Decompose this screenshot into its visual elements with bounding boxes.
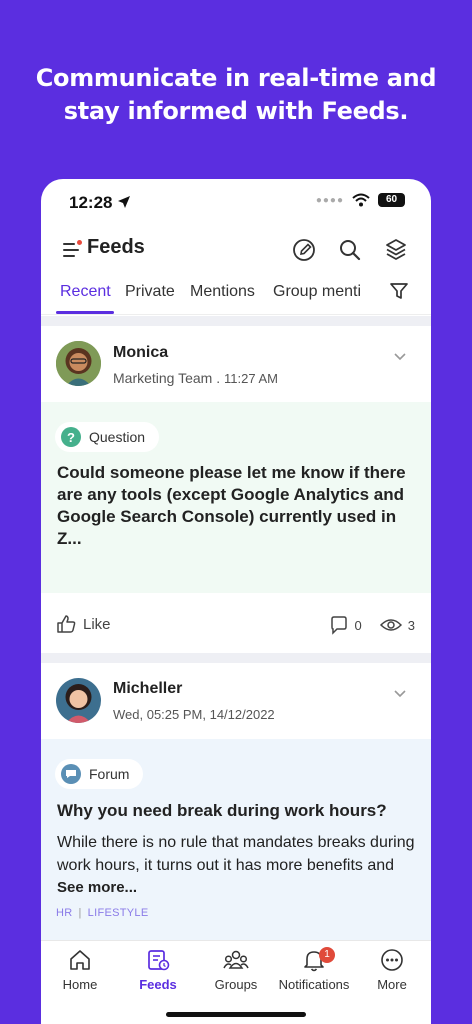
- chevron-down-icon[interactable]: [393, 689, 407, 699]
- comment-count: 0: [354, 617, 362, 633]
- thumbs-up-icon: [57, 615, 76, 633]
- question-icon: ?: [61, 427, 81, 447]
- post-actions: Like 0 3: [41, 595, 431, 653]
- badge-label: Question: [89, 429, 146, 445]
- home-icon: [70, 950, 90, 970]
- active-tab-indicator: [56, 311, 114, 314]
- like-button[interactable]: Like: [55, 613, 111, 635]
- filter-icon[interactable]: [389, 281, 409, 301]
- post-header[interactable]: Micheller Wed, 05:25 PM, 14/12/2022: [41, 663, 431, 739]
- feed-tabs: Recent Private Mentions Group menti: [41, 275, 431, 315]
- divider: [41, 316, 431, 326]
- post-author[interactable]: Micheller: [113, 680, 182, 698]
- post-author[interactable]: Monica: [113, 344, 168, 362]
- like-label: Like: [83, 615, 111, 633]
- tab-group-mentions[interactable]: Group menti: [273, 283, 371, 301]
- post-description: While there is no rule that mandates bre…: [57, 834, 415, 874]
- post-type-badge: ? Question: [55, 422, 160, 452]
- home-indicator: [166, 1012, 306, 1017]
- bottom-navigation: Home Feeds Groups 1 Notifications More: [41, 940, 431, 1024]
- post-content[interactable]: ? Question Could someone please let me k…: [41, 402, 431, 593]
- nav-notifications[interactable]: 1 Notifications: [275, 947, 353, 992]
- search-icon[interactable]: [337, 237, 363, 263]
- nav-groups[interactable]: Groups: [197, 947, 275, 992]
- tab-private[interactable]: Private: [125, 283, 175, 301]
- post-meta: Marketing Team . 11:27 AM: [113, 370, 278, 386]
- chevron-down-icon[interactable]: [393, 352, 407, 362]
- post-title: Could someone please let me know if ther…: [57, 463, 406, 548]
- tag-hr[interactable]: HR: [56, 907, 73, 919]
- post-title: Why you need break during work hours?: [57, 801, 387, 820]
- nav-more[interactable]: More: [353, 947, 431, 992]
- headline-line-1: Communicate in real-time and: [35, 64, 437, 92]
- feeds-icon: [148, 950, 170, 971]
- status-bar: 12:28 ●●●● 60: [41, 179, 431, 227]
- post-team: Marketing Team .: [113, 370, 221, 386]
- tab-mentions[interactable]: Mentions: [190, 283, 255, 301]
- forum-icon: [61, 764, 81, 784]
- menu-icon[interactable]: [63, 240, 82, 257]
- wifi-icon: [352, 193, 370, 207]
- post-header[interactable]: Monica Marketing Team . 11:27 AM: [41, 326, 431, 402]
- nav-home[interactable]: Home: [41, 947, 119, 992]
- view-count: 3: [407, 617, 415, 633]
- avatar: [56, 678, 101, 723]
- post-time: 11:27 AM: [224, 371, 278, 386]
- layers-icon[interactable]: [383, 237, 409, 263]
- battery-icon: 60: [378, 193, 405, 207]
- nav-notifications-label: Notifications: [278, 977, 350, 992]
- compose-icon[interactable]: [291, 237, 317, 263]
- post-counts: 0 3: [329, 615, 415, 635]
- more-icon: [381, 949, 403, 971]
- phone-screen: 12:28 ●●●● 60 Feeds Recent Private Menti…: [41, 179, 431, 1024]
- eye-icon: [379, 619, 402, 631]
- post-type-badge: Forum: [55, 759, 144, 789]
- tag-lifestyle[interactable]: LIFESTYLE: [88, 907, 149, 919]
- nav-more-label: More: [377, 977, 407, 992]
- tab-recent[interactable]: Recent: [60, 283, 111, 301]
- post-meta: Wed, 05:25 PM, 14/12/2022: [113, 707, 275, 722]
- groups-icon: [223, 950, 249, 969]
- nav-home-label: Home: [62, 977, 98, 992]
- signal-dots-icon: ●●●●: [315, 194, 344, 206]
- headline-line-2: stay informed with Feeds.: [63, 97, 409, 125]
- nav-feeds[interactable]: Feeds: [119, 947, 197, 992]
- comment-icon[interactable]: [329, 615, 349, 635]
- post-tags: HR | LIFESTYLE: [56, 907, 149, 919]
- page-title: Feeds: [87, 236, 145, 258]
- nav-feeds-label: Feeds: [139, 977, 177, 992]
- divider: [41, 653, 431, 663]
- headline: Communicate in real-time and stay inform…: [0, 62, 472, 128]
- badge-label: Forum: [89, 766, 130, 782]
- nav-groups-label: Groups: [214, 977, 258, 992]
- menu-notification-dot: [77, 240, 82, 245]
- status-indicators: ●●●● 60: [316, 193, 405, 207]
- notification-count-badge: 1: [319, 947, 335, 963]
- avatar: [56, 341, 101, 386]
- see-more-link[interactable]: See more...: [57, 879, 137, 896]
- post-content[interactable]: Forum Why you need break during work hou…: [41, 739, 431, 940]
- location-arrow-icon: [118, 196, 130, 208]
- app-bar: Feeds: [41, 231, 431, 271]
- status-time: 12:28: [69, 193, 113, 212]
